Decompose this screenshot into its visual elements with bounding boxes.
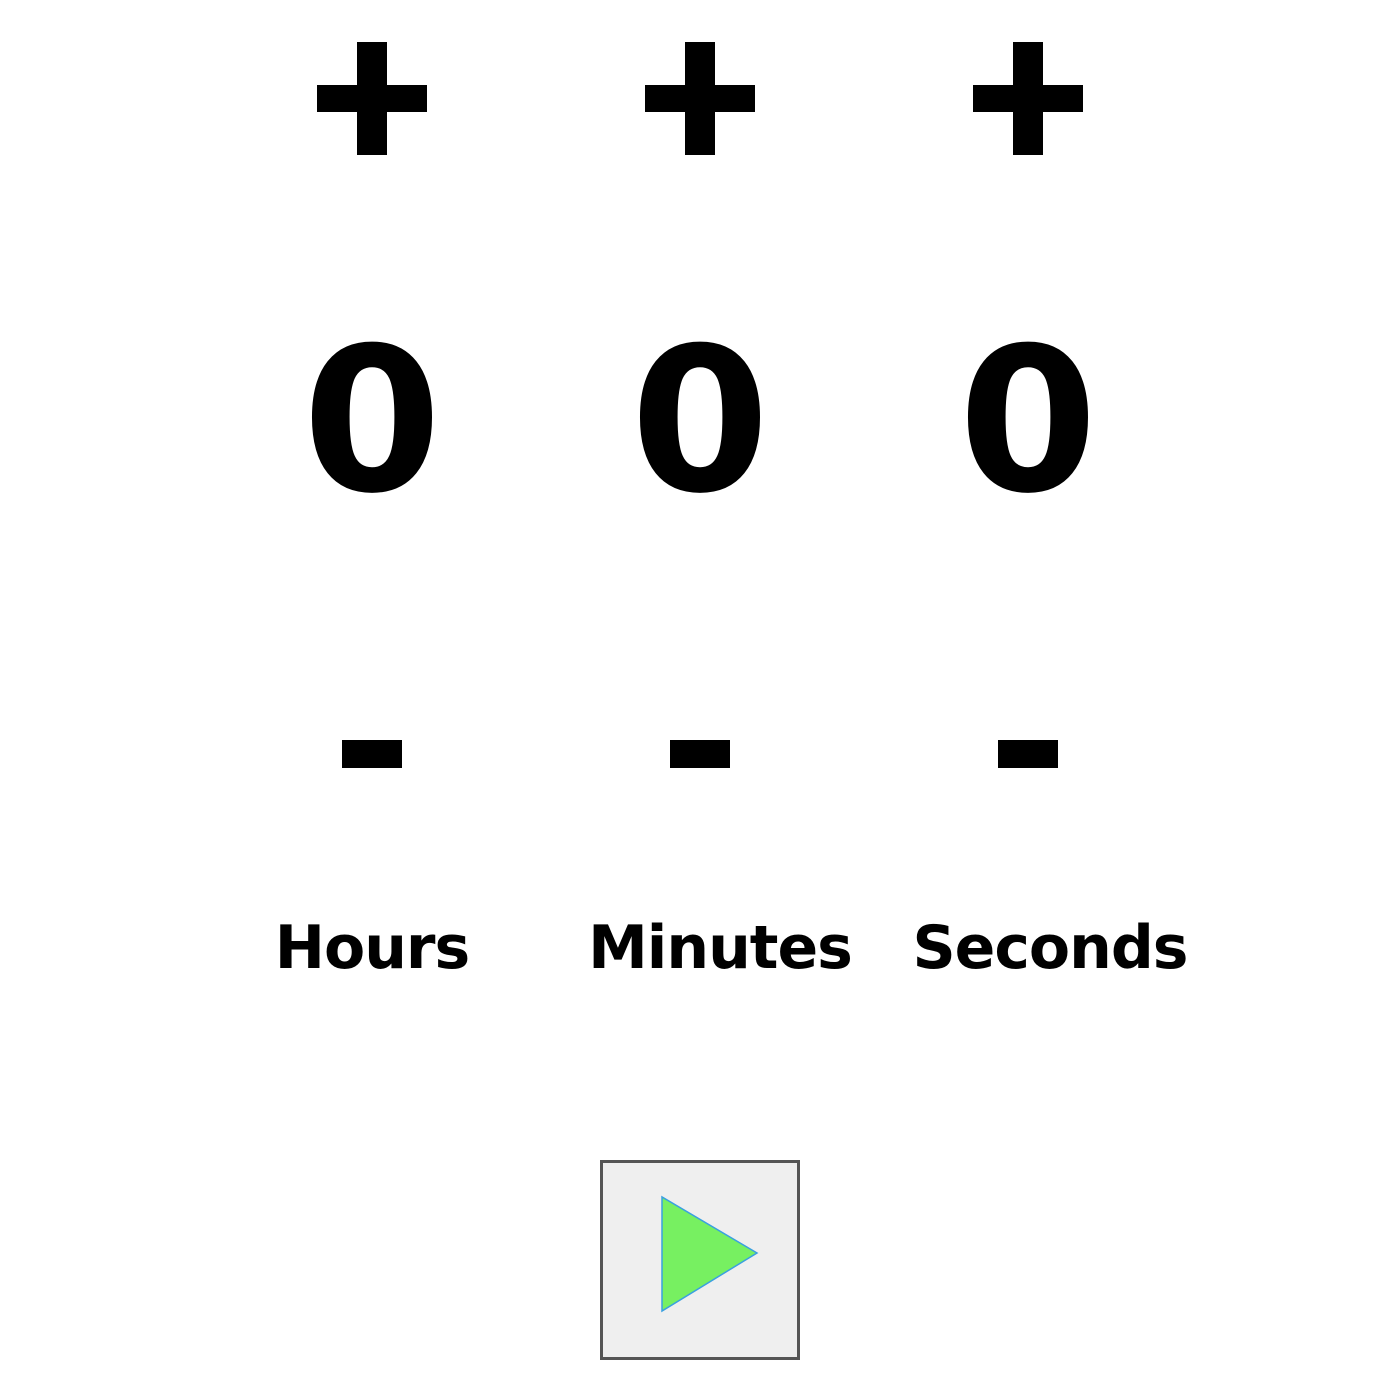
hours-increment-button[interactable] [252,30,492,170]
minus-icon [998,740,1058,768]
hours-decrement-button[interactable] [252,720,492,790]
seconds-column: 0 Seconds [908,0,1189,1000]
minutes-decrement-button[interactable] [580,720,820,790]
seconds-decrement-button[interactable] [908,720,1148,790]
minutes-label: Minutes [588,913,853,983]
plus-icon [317,42,427,155]
hours-label: Hours [274,913,470,983]
plus-icon [645,42,755,155]
minutes-column: 0 Minutes [580,0,853,1000]
seconds-increment-button[interactable] [908,30,1148,170]
seconds-value: 0 [958,305,1098,538]
minus-icon [670,740,730,768]
minus-icon [342,740,402,768]
plus-icon [973,42,1083,155]
start-button[interactable] [600,1160,800,1360]
seconds-label: Seconds [912,913,1188,983]
hours-value: 0 [302,305,442,538]
minutes-value: 0 [630,305,770,538]
hours-column: 0 Hours [252,0,492,1000]
countdown-timer-app: 0 Hours 0 Minutes 0 Seconds [0,0,1400,1400]
minutes-increment-button[interactable] [580,30,820,170]
play-icon [661,1195,759,1313]
